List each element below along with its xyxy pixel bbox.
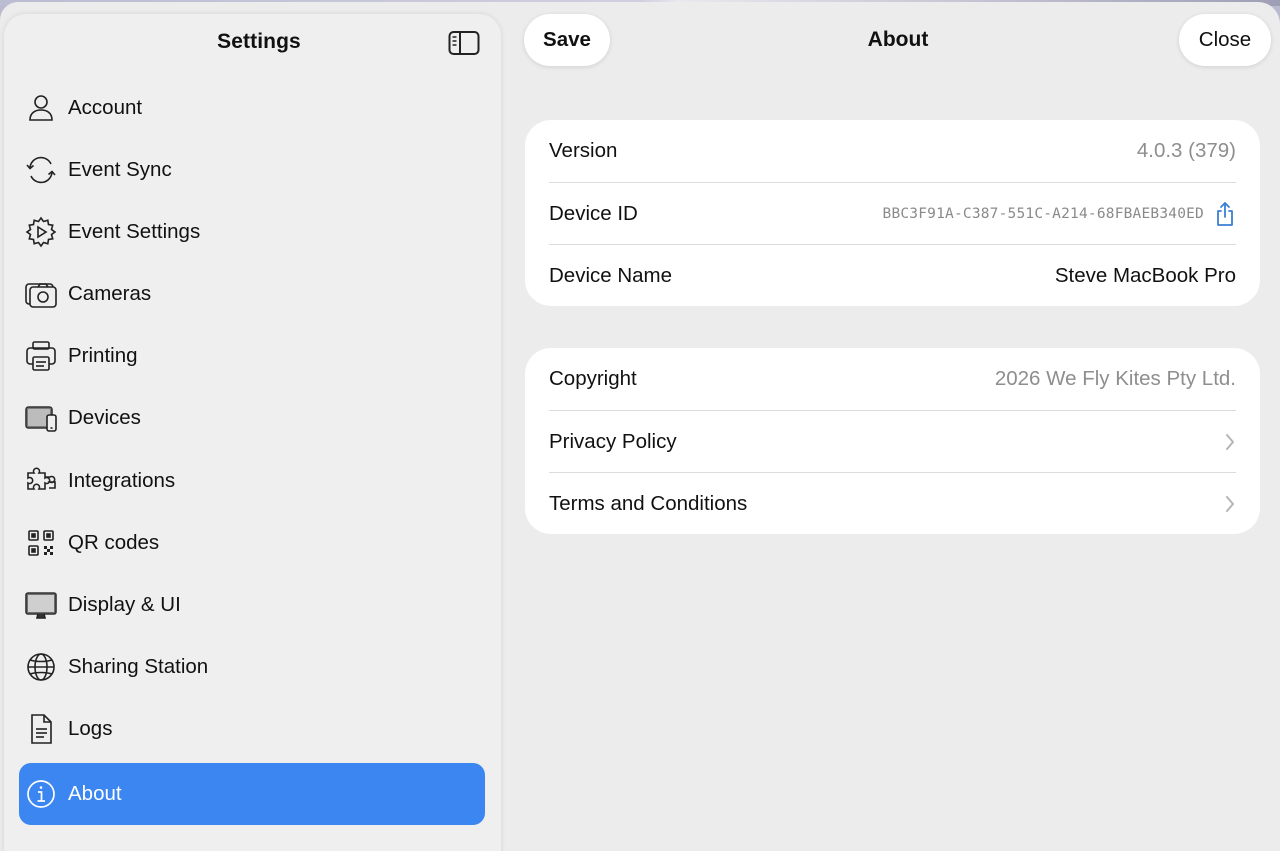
sidebar-item-display-ui[interactable]: Display & UI	[19, 574, 485, 636]
sidebar-title: Settings	[217, 30, 301, 53]
sidebar-item-label: Event Sync	[68, 158, 172, 181]
legal-card: Copyright 2026 We Fly Kites Pty Ltd. Pri…	[525, 348, 1260, 534]
sidebar-item-event-settings[interactable]: Event Settings	[19, 201, 485, 263]
sidebar-item-label: Logs	[68, 717, 113, 740]
sidebar-item-label: Devices	[68, 406, 141, 429]
info-icon	[23, 776, 59, 812]
sidebar-item-about[interactable]: About	[19, 763, 485, 825]
page-title: About	[867, 28, 929, 51]
version-row: Version 4.0.3 (379)	[549, 120, 1236, 182]
printer-icon	[23, 338, 59, 374]
device-id-value: BBC3F91A-C387-551C-A214-68FBAEB340ED	[882, 205, 1204, 222]
sidebar-item-sharing-station[interactable]: Sharing Station	[19, 636, 485, 698]
device-info-card: Version 4.0.3 (379) Device ID BBC3F91A-C…	[525, 120, 1260, 306]
device-id-row: Device ID BBC3F91A-C387-551C-A214-68FBAE…	[549, 182, 1236, 244]
device-name-label: Device Name	[549, 263, 673, 287]
gear-play-icon	[23, 214, 59, 250]
sidebar-item-cameras[interactable]: Cameras	[19, 263, 485, 325]
sidebar-item-label: Sharing Station	[68, 655, 209, 678]
settings-window: Settings Account Event Sync Event Settin…	[0, 2, 1280, 851]
privacy-policy-row[interactable]: Privacy Policy	[549, 410, 1236, 472]
copyright-row: Copyright 2026 We Fly Kites Pty Ltd.	[549, 348, 1236, 410]
sidebar-item-logs[interactable]: Logs	[19, 698, 485, 760]
sidebar-item-label: Display & UI	[68, 593, 181, 616]
sync-icon	[23, 152, 59, 188]
close-button[interactable]: Close	[1179, 14, 1271, 66]
sidebar-item-label: Account	[68, 96, 143, 119]
sidebar-toggle-icon[interactable]	[448, 30, 480, 56]
chevron-right-icon	[1224, 433, 1236, 451]
display-icon	[23, 587, 59, 623]
share-icon[interactable]	[1214, 201, 1236, 227]
sidebar-item-event-sync[interactable]: Event Sync	[19, 139, 485, 201]
sidebar-item-label: Cameras	[68, 282, 152, 305]
terms-conditions-label: Terms and Conditions	[549, 491, 748, 515]
devices-icon	[23, 400, 59, 436]
sidebar-item-qr-codes[interactable]: QR codes	[19, 512, 485, 574]
sidebar: Settings Account Event Sync Event Settin…	[4, 14, 501, 851]
puzzle-icon	[23, 463, 59, 499]
globe-icon	[23, 649, 59, 685]
sidebar-item-label: Integrations	[68, 469, 176, 492]
device-name-value: Steve MacBook Pro	[1054, 263, 1236, 287]
chevron-right-icon	[1224, 495, 1236, 513]
person-icon	[23, 90, 59, 126]
sidebar-item-label: Printing	[68, 344, 138, 367]
sidebar-item-label: About	[68, 782, 122, 805]
sidebar-item-label: Event Settings	[68, 220, 201, 243]
version-value: 4.0.3 (379)	[1136, 139, 1236, 162]
privacy-policy-label: Privacy Policy	[549, 429, 677, 453]
copyright-value: 2026 We Fly Kites Pty Ltd.	[994, 367, 1236, 390]
copyright-label: Copyright	[549, 367, 637, 390]
version-label: Version	[549, 139, 618, 162]
sidebar-item-printing[interactable]: Printing	[19, 325, 485, 387]
document-icon	[23, 711, 59, 747]
sidebar-item-devices[interactable]: Devices	[19, 387, 485, 449]
device-id-label: Device ID	[549, 201, 638, 225]
terms-conditions-row[interactable]: Terms and Conditions	[549, 472, 1236, 534]
sidebar-item-label: QR codes	[68, 531, 160, 554]
qrcode-icon	[23, 525, 59, 561]
sidebar-item-account[interactable]: Account	[19, 77, 485, 139]
device-name-row: Device Name Steve MacBook Pro	[549, 244, 1236, 306]
camera-icon	[23, 276, 59, 312]
save-button[interactable]: Save	[524, 14, 610, 66]
sidebar-item-integrations[interactable]: Integrations	[19, 450, 485, 512]
